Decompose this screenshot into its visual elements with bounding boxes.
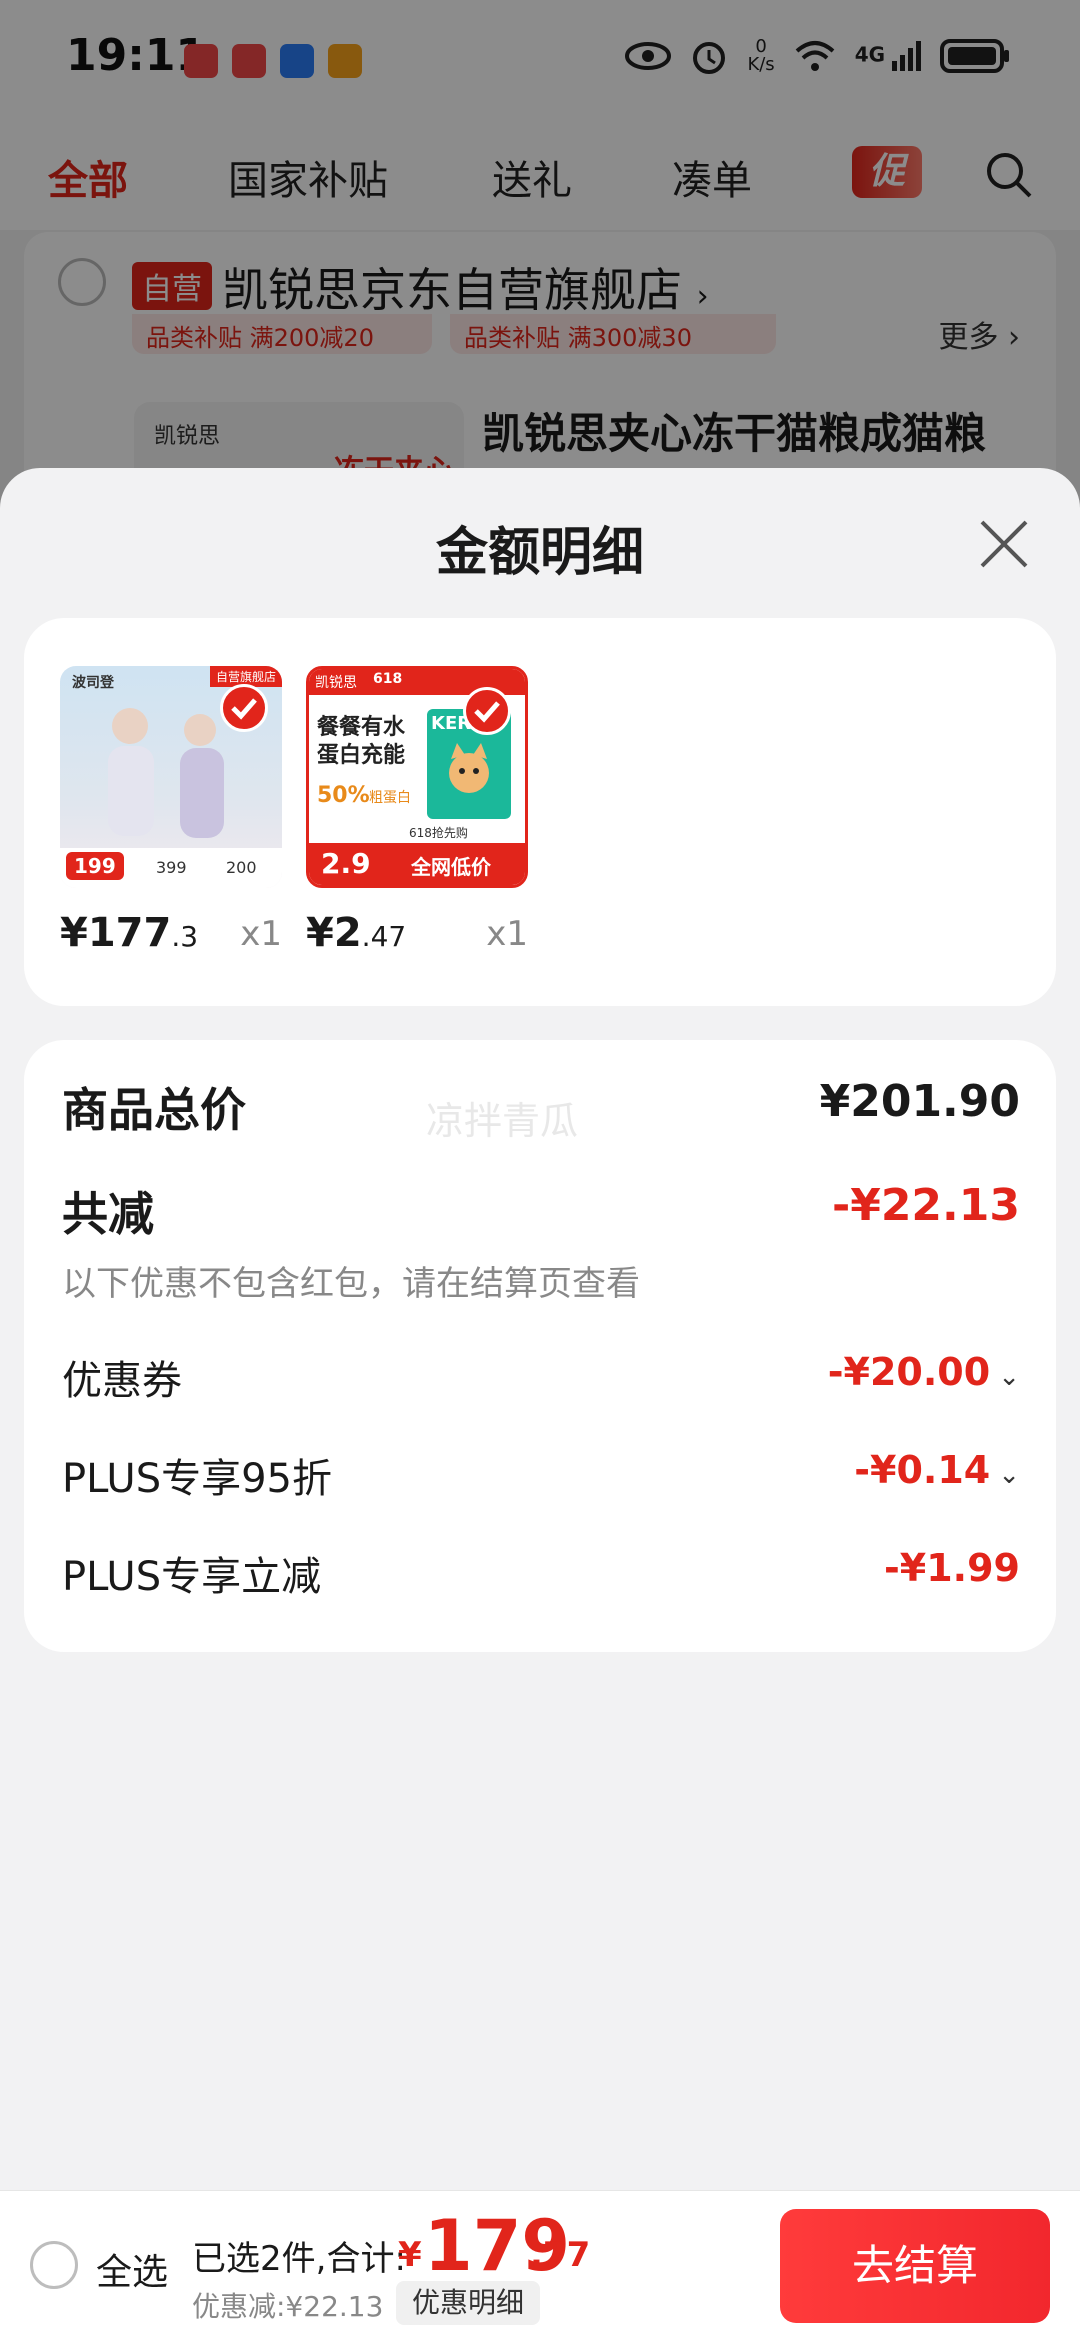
reduce-label: 共减	[62, 1187, 154, 1241]
chevron-down-icon: ⌄	[998, 1362, 1020, 1392]
checkmark-icon[interactable]	[220, 684, 268, 732]
plus-discount-label: PLUS专享95折	[62, 1456, 332, 1502]
watermark: 凉拌青瓜	[426, 1099, 579, 1143]
goods-image-brand: 波司登	[72, 675, 114, 691]
goods-qty: x1	[240, 914, 282, 954]
selected-summary: 已选2件,合计:	[192, 2239, 406, 2279]
goods-card: 波司登 自营旗舰店 199 399 200 ¥177.3 x1 凯锐思 618 …	[24, 618, 1056, 1006]
close-icon[interactable]	[976, 516, 1032, 572]
chevron-down-icon: ⌄	[998, 1460, 1020, 1490]
goods-image-price: 199	[66, 852, 124, 880]
coupon-value[interactable]: -¥20.00 ⌄	[828, 1350, 1020, 1394]
coupon-label: 优惠券	[62, 1358, 182, 1404]
plus-reduce-value: -¥1.99	[884, 1546, 1020, 1590]
reduce-value: -¥22.13	[831, 1180, 1020, 1231]
select-all-radio[interactable]	[30, 2241, 78, 2289]
sheet-title: 金额明细	[435, 523, 644, 583]
goods-price-dec: .3	[171, 920, 199, 953]
checkmark-icon[interactable]	[463, 687, 511, 735]
total-amount-dec: .77	[530, 2235, 591, 2275]
goods-image: 凯锐思 618 餐餐有水 蛋白充能 50% 粗蛋白 KER 2.9 全网低价 6…	[306, 666, 528, 888]
total-currency: ¥	[398, 2235, 422, 2275]
goods-item[interactable]: 凯锐思 618 餐餐有水 蛋白充能 50% 粗蛋白 KER 2.9 全网低价 6…	[306, 666, 528, 956]
plus-discount-value[interactable]: -¥0.14 ⌄	[854, 1448, 1020, 1492]
goods-price: ¥2.47	[306, 910, 406, 956]
discount-summary: 优惠减:¥22.13	[192, 2290, 384, 2323]
goods-image-bottom-tag: 618抢先购	[409, 826, 468, 840]
goods-price-int: ¥177	[60, 910, 172, 956]
checkout-bar: 全选 已选2件,合计: ¥ 179 .77 优惠减:¥22.13 优惠明细 去结…	[0, 2190, 1080, 2340]
plus-discount-amount: -¥0.14	[854, 1448, 991, 1492]
goods-image-p2: 200	[226, 858, 257, 877]
goods-price: ¥177.3	[60, 910, 198, 956]
goods-image-brand: 凯锐思	[315, 675, 357, 691]
goods-image-percent-label: 粗蛋白	[369, 790, 411, 806]
coupon-amount: -¥20.00	[827, 1350, 991, 1394]
goods-image-price-bar: 199 399 200	[60, 848, 282, 888]
goods-item[interactable]: 波司登 自营旗舰店 199 399 200 ¥177.3 x1	[60, 666, 282, 956]
amount-detail-sheet: 金额明细 波司登 自营旗舰店 199 399 200 ¥177.3 x1 凯锐思	[0, 468, 1080, 2190]
select-all-label[interactable]: 全选	[96, 2243, 168, 2295]
goods-price-dec: .47	[361, 920, 407, 953]
total-price-label: 商品总价	[62, 1083, 246, 1137]
goods-image-price-bar: 2.9 全网低价	[309, 843, 525, 885]
total-price-value: ¥201.90	[819, 1076, 1020, 1127]
goods-image-p1: 399	[156, 858, 187, 877]
hint-text: 以下优惠不包含红包，请在结算页查看	[62, 1264, 640, 1304]
goods-qty: x1	[486, 914, 528, 954]
price-detail-card: 凉拌青瓜 商品总价 ¥201.90 共减 -¥22.13 以下优惠不包含红包，请…	[24, 1040, 1056, 1652]
plus-reduce-label: PLUS专享立减	[62, 1554, 322, 1600]
goods-image-price: 2.9	[321, 847, 371, 880]
goods-image-low-price: 全网低价	[411, 855, 491, 879]
goods-image-headline-2: 蛋白充能	[317, 743, 406, 768]
goods-price-int: ¥2	[306, 910, 362, 956]
goods-image-percent: 50%	[317, 783, 370, 808]
cat-icon	[449, 743, 489, 793]
discount-detail-button[interactable]: 优惠明细	[396, 2281, 541, 2325]
goods-image-618: 618	[373, 671, 403, 687]
checkout-button[interactable]: 去结算	[780, 2209, 1050, 2323]
goods-image: 波司登 自营旗舰店 199 399 200	[60, 666, 282, 888]
